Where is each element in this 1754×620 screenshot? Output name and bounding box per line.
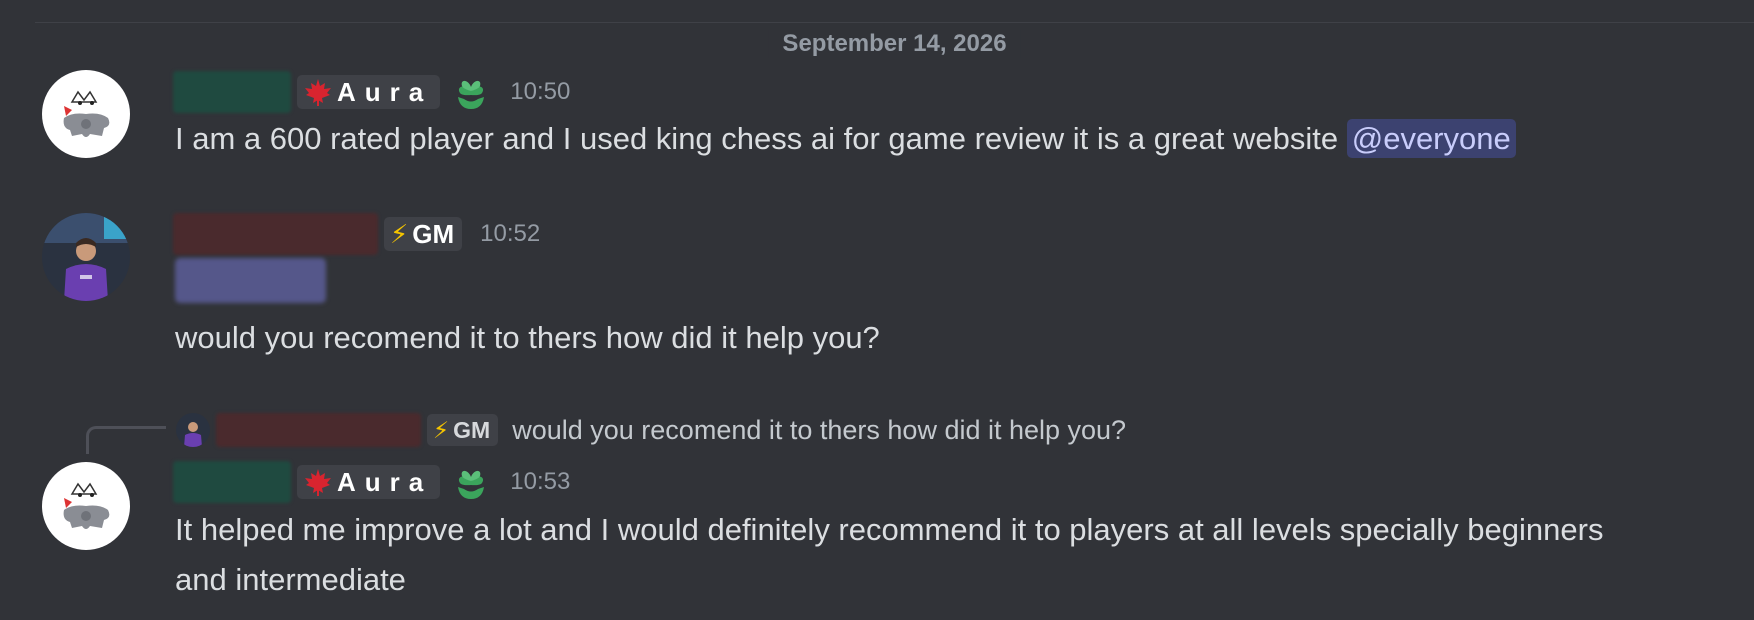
username-redacted[interactable] — [173, 71, 291, 113]
username-redacted[interactable] — [173, 213, 378, 255]
avatar[interactable] — [42, 70, 130, 158]
message-text: I am a 600 rated player and I used king … — [175, 121, 1339, 156]
lightning-icon: ⚡ — [433, 416, 450, 443]
server-tag-label: Aura — [337, 466, 433, 497]
avatar[interactable] — [42, 462, 130, 550]
message-content: would you recomend it to thers how did i… — [175, 313, 880, 363]
message-timestamp[interactable]: 10:50 — [510, 78, 570, 106]
heart-hands-icon — [450, 461, 492, 503]
message-content: It helped me improve a lot and I would d… — [175, 505, 1603, 605]
avatar-mascot-image — [42, 462, 130, 550]
date-divider: September 14, 2026 — [35, 22, 1754, 58]
date-divider-label: September 14, 2026 — [768, 30, 1021, 58]
username-redacted[interactable] — [173, 461, 291, 503]
server-tag-label: GM — [412, 218, 455, 249]
server-tag[interactable]: ⚡ GM — [384, 217, 463, 251]
server-tag[interactable]: Aura — [297, 75, 441, 109]
avatar-mascot-image — [42, 70, 130, 158]
lightning-icon: ⚡ — [390, 218, 409, 249]
avatar-photo-image — [176, 413, 210, 447]
message-header: ⚡ GM 10:52 — [173, 212, 540, 256]
mention-everyone[interactable]: @everyone — [1346, 119, 1516, 158]
heart-hands-icon — [450, 71, 492, 113]
reply-preview-text[interactable]: would you recomend it to thers how did i… — [512, 415, 1126, 446]
redacted-content — [175, 258, 326, 303]
message-timestamp[interactable]: 10:53 — [510, 468, 570, 496]
server-tag-label: Aura — [337, 76, 433, 107]
server-tag-label: GM — [453, 416, 491, 443]
avatar[interactable] — [42, 213, 130, 301]
message-text: would you recomend it to thers how did i… — [175, 320, 880, 355]
server-tag[interactable]: ⚡ GM — [427, 414, 499, 446]
message-header: Aura 10:50 — [173, 70, 570, 114]
message-timestamp[interactable]: 10:52 — [480, 220, 540, 248]
maple-leaf-icon — [303, 77, 333, 107]
message-content: I am a 600 rated player and I used king … — [175, 114, 1516, 164]
reply-reference[interactable]: ⚡ GM would you recomend it to thers how … — [176, 408, 1126, 452]
username-redacted[interactable] — [216, 413, 421, 447]
maple-leaf-icon — [303, 467, 333, 497]
reply-connector — [86, 426, 166, 454]
chat-messages: September 14, 2026 Aura 10:50 I am a 600… — [0, 0, 1754, 620]
message-text-line: and intermediate — [175, 562, 406, 597]
avatar-photo-image — [42, 213, 130, 301]
message-text-line: It helped me improve a lot and I would d… — [175, 512, 1604, 547]
reply-avatar[interactable] — [176, 413, 210, 447]
server-tag[interactable]: Aura — [297, 465, 441, 499]
message-header: Aura 10:53 — [173, 460, 570, 504]
